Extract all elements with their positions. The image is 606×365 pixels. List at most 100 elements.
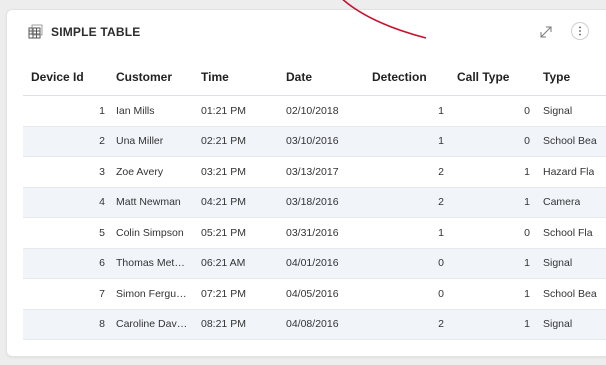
cell-call-type-text: 0	[524, 135, 530, 148]
cell-customer: Ian Mills	[116, 96, 190, 126]
cell-customer-text: Thomas Met…	[116, 257, 185, 270]
cell-device-id: 8	[31, 310, 105, 340]
cell-time: 07:21 PM	[201, 279, 271, 309]
cell-type-text: Signal	[543, 318, 573, 331]
cell-detection: 2	[372, 310, 444, 340]
cell-detection-text: 1	[438, 226, 444, 239]
cell-customer-text: Ian Mills	[116, 104, 155, 117]
table-row[interactable]: 8 Caroline Dav… 08:21 PM 04/08/2016 2 1 Signal	[23, 309, 606, 340]
cell-device-id-text: 6	[99, 257, 105, 270]
cell-customer: Zoe Avery	[116, 157, 190, 187]
table-row[interactable]: 4 Matt Newman 04:21 PM 03/18/2016 2 1 Camera	[23, 187, 606, 218]
cell-time-text: 06:21 AM	[201, 257, 246, 270]
cell-call-type: 1	[457, 279, 530, 309]
cell-customer-text: Colin Simpson	[116, 226, 184, 239]
cell-date: 03/13/2017	[286, 157, 356, 187]
table-icon	[28, 24, 43, 39]
column-header-detection[interactable]: Detection	[372, 59, 444, 95]
cell-device-id-text: 2	[99, 135, 105, 148]
column-header-date[interactable]: Date	[286, 59, 356, 95]
cell-call-type: 0	[457, 96, 530, 126]
expand-icon[interactable]	[537, 23, 555, 41]
cell-time-text: 01:21 PM	[201, 104, 246, 117]
cell-customer-text: Simon Fergu…	[116, 287, 187, 300]
cell-time-text: 05:21 PM	[201, 226, 246, 239]
cell-type: Signal	[543, 249, 606, 279]
cell-call-type: 0	[457, 218, 530, 248]
cell-date-text: 02/10/2018	[286, 104, 339, 117]
cell-detection: 1	[372, 127, 444, 157]
cell-detection: 1	[372, 96, 444, 126]
cell-device-id: 6	[31, 249, 105, 279]
cell-call-type: 0	[457, 127, 530, 157]
column-header-customer[interactable]: Customer	[116, 59, 190, 95]
table-row[interactable]: 7 Simon Fergu… 07:21 PM 04/05/2016 0 1 School …	[23, 279, 606, 310]
cell-detection-text: 2	[438, 196, 444, 209]
column-header-device-id[interactable]: Device Id	[31, 59, 111, 95]
column-header-call-type[interactable]: Call Type	[457, 59, 530, 95]
cell-device-id-text: 4	[99, 196, 105, 209]
cell-call-type-text: 1	[524, 257, 530, 270]
cell-device-id: 5	[31, 218, 105, 248]
cell-customer: Thomas Met…	[116, 249, 190, 279]
cell-time: 03:21 PM	[201, 157, 271, 187]
cell-call-type-text: 1	[524, 165, 530, 178]
cell-call-type: 1	[457, 188, 530, 218]
cell-detection: 2	[372, 188, 444, 218]
cell-time-text: 03:21 PM	[201, 165, 246, 178]
cell-detection: 0	[372, 249, 444, 279]
widget-header: SIMPLE TABLE	[7, 10, 606, 54]
cell-type-text: School Bea	[543, 135, 597, 148]
cell-date-text: 04/08/2016	[286, 318, 339, 331]
column-header-type[interactable]: Type	[543, 59, 606, 95]
widget-title: SIMPLE TABLE	[51, 25, 141, 39]
table-row[interactable]: 2 Una Miller 02:21 PM 03/10/2016 1 0 School Be…	[23, 126, 606, 157]
table-row[interactable]: 1 Ian Mills 01:21 PM 02/10/2018 1 0 Signal	[23, 96, 606, 127]
cell-type: Hazard Fla	[543, 157, 606, 187]
cell-date: 04/01/2016	[286, 249, 356, 279]
cell-device-id: 4	[31, 188, 105, 218]
cell-device-id-text: 1	[99, 104, 105, 117]
cell-detection-text: 1	[438, 135, 444, 148]
cell-time-text: 07:21 PM	[201, 287, 246, 300]
cell-time: 08:21 PM	[201, 310, 271, 340]
cell-time-text: 08:21 PM	[201, 318, 246, 331]
table-header-row: Device Id Customer Time Date Detection C…	[23, 59, 606, 96]
table-row[interactable]: 6 Thomas Met… 06:21 AM 04/01/2016 0 1 Signal	[23, 248, 606, 279]
more-vertical-icon[interactable]	[571, 22, 589, 40]
cell-date-text: 03/13/2017	[286, 165, 339, 178]
cell-call-type: 1	[457, 310, 530, 340]
cell-type: School Bea	[543, 279, 606, 309]
cell-customer: Colin Simpson	[116, 218, 190, 248]
cell-time: 02:21 PM	[201, 127, 271, 157]
cell-date: 04/08/2016	[286, 310, 356, 340]
cell-date: 03/10/2016	[286, 127, 356, 157]
table-row[interactable]: 3 Zoe Avery 03:21 PM 03/13/2017 2 1 Hazard Fla	[23, 157, 606, 188]
cell-call-type: 1	[457, 157, 530, 187]
cell-time: 05:21 PM	[201, 218, 271, 248]
cell-type: School Fla	[543, 218, 606, 248]
cell-time: 04:21 PM	[201, 188, 271, 218]
column-header-time[interactable]: Time	[201, 59, 271, 95]
cell-date: 03/18/2016	[286, 188, 356, 218]
table-row[interactable]: 5 Colin Simpson 05:21 PM 03/31/2016 1 0 School…	[23, 218, 606, 249]
cell-type: Signal	[543, 310, 606, 340]
screen: SIMPLE TABLE Device Id Customer Time Dat…	[0, 0, 606, 365]
cell-type-text: School Fla	[543, 226, 593, 239]
cell-detection-text: 0	[438, 287, 444, 300]
cell-detection-text: 1	[438, 104, 444, 117]
cell-date-text: 03/10/2016	[286, 135, 339, 148]
cell-device-id: 3	[31, 157, 105, 187]
cell-time-text: 04:21 PM	[201, 196, 246, 209]
cell-time: 06:21 AM	[201, 249, 271, 279]
cell-date: 04/05/2016	[286, 279, 356, 309]
cell-customer: Una Miller	[116, 127, 190, 157]
cell-customer-text: Zoe Avery	[116, 165, 164, 178]
cell-type-text: Signal	[543, 104, 573, 117]
cell-customer: Matt Newman	[116, 188, 190, 218]
cell-call-type-text: 0	[524, 226, 530, 239]
cell-call-type: 1	[457, 249, 530, 279]
cell-date: 02/10/2018	[286, 96, 356, 126]
cell-type: Camera	[543, 188, 606, 218]
cell-customer: Caroline Dav…	[116, 310, 190, 340]
